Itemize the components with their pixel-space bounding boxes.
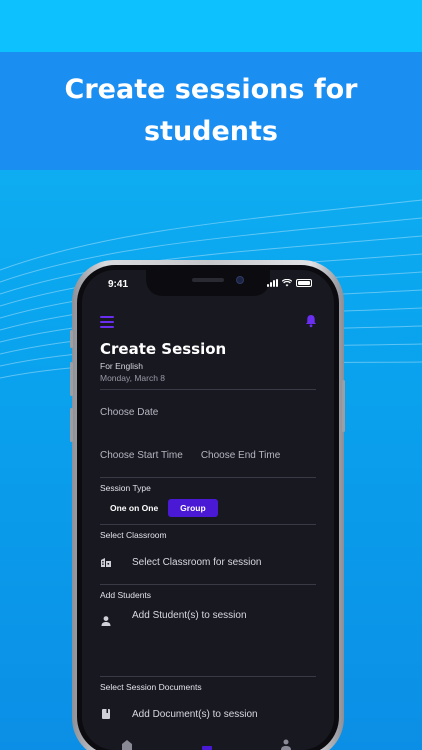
document-icon: [102, 709, 110, 719]
session-type-toggle: One on One Group: [110, 499, 316, 517]
end-time-field[interactable]: Choose End Time: [201, 450, 281, 461]
status-icons: [267, 279, 312, 287]
documents-label: Select Session Documents: [100, 682, 202, 692]
session-type-label: Session Type: [100, 483, 151, 493]
bell-icon[interactable]: [304, 314, 318, 328]
phone-side-button: [70, 408, 73, 442]
home-icon[interactable]: [122, 740, 132, 750]
wifi-icon: [282, 279, 292, 287]
create-session-form: Create Session For English Monday, March…: [100, 340, 316, 720]
group-button[interactable]: Group: [168, 499, 218, 517]
classroom-placeholder: Select Classroom for session: [132, 556, 262, 568]
app-screen: 9:41 Create Session For English Monday, …: [82, 270, 334, 750]
start-time-field[interactable]: Choose Start Time: [100, 450, 183, 461]
battery-icon: [296, 279, 312, 287]
status-time: 9:41: [108, 279, 129, 290]
classroom-label: Select Classroom: [100, 530, 167, 540]
documents-select[interactable]: Add Document(s) to session: [100, 708, 316, 720]
signal-icon: [267, 279, 278, 287]
classroom-icon: [101, 558, 111, 567]
top-strip: [0, 0, 422, 52]
divider: [100, 676, 316, 677]
phone-notch: [146, 270, 270, 296]
divider: [100, 584, 316, 585]
phone-side-button: [70, 330, 73, 348]
profile-icon[interactable]: [281, 739, 291, 750]
bottom-nav-bar: [122, 739, 291, 750]
nav-center-icon[interactable]: [202, 746, 212, 750]
choose-date-field[interactable]: Choose Date: [100, 407, 316, 418]
hamburger-menu-icon[interactable]: [100, 316, 114, 328]
divider: [100, 389, 316, 390]
documents-placeholder: Add Document(s) to session: [132, 708, 258, 720]
person-icon: [101, 616, 111, 626]
session-subject: For English: [100, 361, 143, 371]
promo-banner: Create sessions for students: [0, 52, 422, 170]
session-date: Monday, March 8: [100, 373, 166, 383]
classroom-select[interactable]: Select Classroom for session: [100, 556, 316, 568]
time-row: Choose Start Time Choose End Time: [100, 450, 316, 461]
divider: [100, 477, 316, 478]
divider: [100, 524, 316, 525]
phone-side-button: [342, 380, 345, 432]
one-on-one-button[interactable]: One on One: [110, 503, 158, 513]
banner-title: Create sessions for students: [64, 74, 358, 147]
phone-side-button: [70, 362, 73, 396]
students-select[interactable]: Add Student(s) to session: [100, 610, 316, 676]
phone-mockup: 9:41 Create Session For English Monday, …: [72, 260, 344, 750]
students-placeholder: Add Student(s) to session: [132, 610, 247, 621]
page-title: Create Session: [100, 340, 227, 358]
students-label: Add Students: [100, 590, 152, 600]
